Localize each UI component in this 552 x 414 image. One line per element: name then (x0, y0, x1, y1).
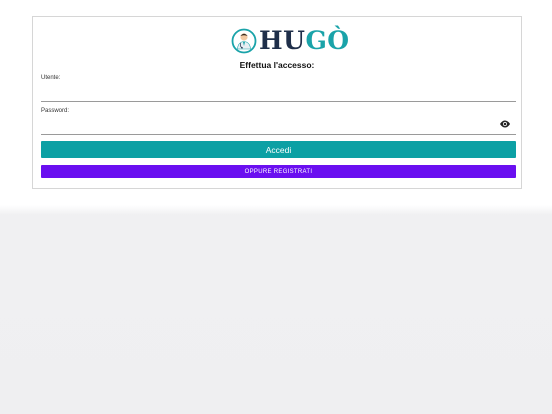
hugo-logo: HUGÒ (231, 27, 350, 55)
login-button[interactable]: Accedi (41, 141, 516, 158)
brand-name: HUGÒ (259, 27, 350, 55)
username-input[interactable] (41, 87, 516, 102)
register-button[interactable]: OPPURE REGISTRATI (41, 165, 516, 178)
eye-icon[interactable] (499, 119, 511, 129)
brand-name-part1: HU (259, 26, 306, 55)
password-label: Password: (41, 108, 70, 114)
username-label: Utente: (41, 75, 61, 81)
login-title: Effettua l'accesso: (239, 60, 315, 70)
login-card: HUGÒ Effettua l'accesso: Utente: Passwor… (32, 16, 522, 189)
password-input[interactable] (41, 120, 516, 135)
doctor-avatar-icon (231, 28, 257, 54)
brand-name-part2: GÒ (305, 26, 350, 55)
